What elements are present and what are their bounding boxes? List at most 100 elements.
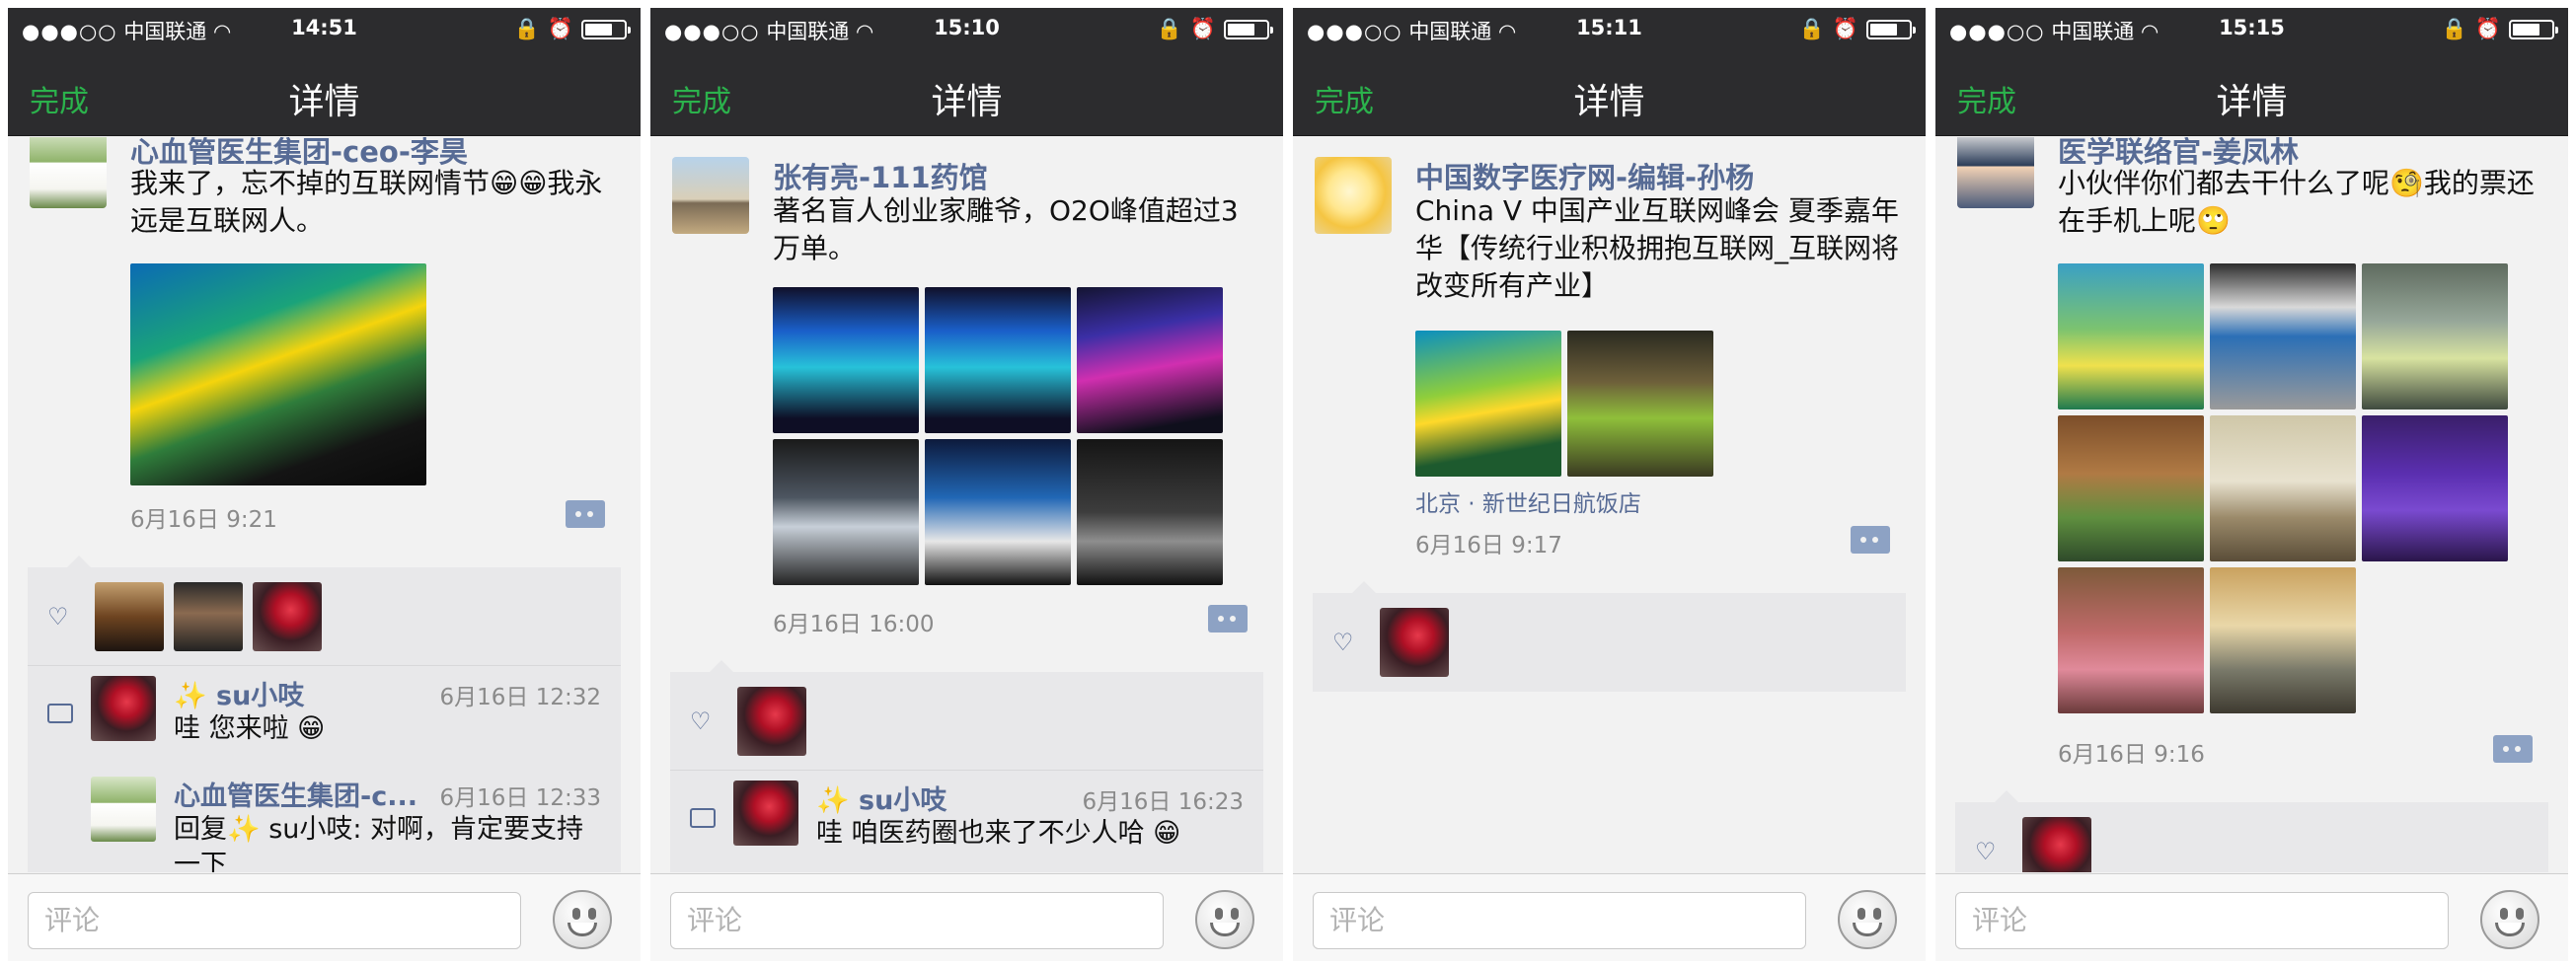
rotation-lock-icon: 🔒 [513, 17, 540, 40]
page-title: 详情 [931, 82, 1003, 122]
post-time: 6月16日 9:16 [2058, 742, 2205, 768]
post-photo[interactable] [2210, 567, 2356, 713]
rotation-lock-icon: 🔒 [1156, 17, 1182, 40]
status-bar: ●●●○○ 中国联通 ◠ 14:51 🔒 ⏰ [8, 8, 641, 47]
likes-comments-box: ♡ [1313, 581, 1906, 692]
post-photo[interactable] [130, 263, 426, 485]
comment-time: 6月16日 12:32 [439, 685, 602, 710]
comment-action-icon[interactable] [566, 500, 605, 528]
likes-comments-box: ♡ [1955, 790, 2548, 872]
alarm-icon: ⏰ [1189, 17, 1216, 40]
battery-icon [2509, 19, 2558, 39]
comment-bar: 评论 [1293, 873, 1926, 961]
comment-icon [690, 808, 716, 828]
comment-text: 哇 咱医药圈也来了不少人哈 😁 [816, 818, 1181, 849]
page-title: 详情 [1573, 82, 1645, 122]
phone-screen-4: ●●●○○ 中国联通 ◠ 15:15 🔒 ⏰ 完成 详情 医学联络官-姜凤林 小伙… [1935, 8, 2568, 961]
commenter-name[interactable]: ✨ su小吱 [816, 779, 947, 817]
post-photo[interactable] [2210, 415, 2356, 561]
comment-input[interactable]: 评论 [1313, 892, 1806, 949]
comment-text: 哇 您来啦 😁 [174, 713, 326, 744]
likes-row: ♡ [1313, 593, 1906, 692]
phone-screen-2: ●●●○○ 中国联通 ◠ 15:10 🔒 ⏰ 完成 详情 张有亮-111药馆 著名… [650, 8, 1283, 961]
comment-bar: 评论 [8, 873, 641, 961]
author-name[interactable]: 张有亮-111药馆 [773, 155, 988, 196]
post-photo[interactable] [2058, 415, 2204, 561]
commenter-avatar[interactable] [91, 777, 156, 842]
like-avatar[interactable] [2022, 817, 2091, 872]
post-photo[interactable] [2058, 567, 2204, 713]
battery-icon [1224, 19, 1273, 39]
post-photo[interactable] [925, 287, 1071, 433]
post-photo[interactable] [1077, 439, 1223, 585]
like-avatar[interactable] [1380, 608, 1449, 677]
rotation-lock-icon: 🔒 [2441, 17, 2467, 40]
alarm-icon: ⏰ [2474, 17, 2501, 40]
post-photo[interactable] [773, 439, 919, 585]
heart-icon: ♡ [47, 603, 69, 631]
author-avatar[interactable] [672, 157, 749, 234]
like-avatar[interactable] [737, 687, 806, 756]
moment-detail: 张有亮-111药馆 著名盲人创业家雕爷，O2O峰值超过3万单。 6月16日 16… [650, 137, 1283, 872]
commenter-avatar[interactable] [91, 676, 156, 741]
post-photo[interactable] [1415, 331, 1561, 477]
page-title: 详情 [288, 82, 360, 122]
heart-icon: ♡ [1332, 629, 1354, 656]
comment-input[interactable]: 评论 [670, 892, 1164, 949]
location-link[interactable]: 北京 · 新世纪日航饭店 [1415, 484, 1641, 518]
status-bar: ●●●○○ 中国联通 ◠ 15:15 🔒 ⏰ [1935, 8, 2568, 47]
post-time: 6月16日 9:21 [130, 507, 277, 533]
post-photo[interactable] [1077, 287, 1223, 433]
comment-item[interactable]: 心血管医生集团-c... 6月16日 12:33 回复✨ su小吱: 对啊，肯定… [28, 775, 621, 872]
comment-input[interactable]: 评论 [1955, 892, 2449, 949]
post-photo[interactable] [773, 287, 919, 433]
moment-detail: 中国数字医疗网-编辑-孙杨 China V 中国产业互联网峰会 夏季嘉年华【传统… [1293, 137, 1926, 872]
nav-bar: 完成 详情 [1293, 47, 1926, 136]
like-avatar[interactable] [253, 582, 322, 651]
post-photos [2058, 263, 2508, 713]
post-text: 著名盲人创业家雕爷，O2O峰值超过3万单。 [773, 194, 1239, 264]
author-avatar[interactable] [30, 137, 107, 208]
likes-row: ♡ [28, 567, 621, 666]
heart-icon: ♡ [690, 707, 712, 735]
like-avatar[interactable] [174, 582, 243, 651]
post-photo[interactable] [2210, 263, 2356, 409]
likes-comments-box: ♡ ✨ su小吱 6月16日 16:23 哇 咱医药圈也来了不少人哈 😁 [670, 660, 1263, 872]
commenter-name[interactable]: ✨ su小吱 [174, 674, 304, 712]
post-photo[interactable] [1567, 331, 1713, 477]
post-time: 6月16日 16:00 [773, 612, 935, 637]
likes-comments-box: ♡ ✨ su小吱 6月16日 12:32 哇 您来啦 😁 心血管医生集团-c..… [28, 556, 621, 872]
moment-detail: 医学联络官-姜凤林 小伙伴你们都去干什么了呢🧐我的票还在手机上呢🙄 6月16日 … [1935, 137, 2568, 872]
comment-item[interactable]: ✨ su小吱 6月16日 16:23 哇 咱医药圈也来了不少人哈 😁 [670, 771, 1263, 872]
comment-input[interactable]: 评论 [28, 892, 521, 949]
emoji-icon[interactable] [1838, 890, 1897, 949]
emoji-icon[interactable] [1195, 890, 1254, 949]
post-photo[interactable] [925, 439, 1071, 585]
post-text: 我来了，忘不掉的互联网情节😁😁我永远是互联网人。 [130, 167, 603, 237]
nav-bar: 完成 详情 [1935, 47, 2568, 136]
moment-detail: 心血管医生集团-ceo-李昊 我来了，忘不掉的互联网情节😁😁我永远是互联网人。 … [8, 137, 641, 872]
post-photos [773, 287, 1223, 585]
commenter-name[interactable]: 心血管医生集团-c... [174, 775, 417, 813]
comment-action-icon[interactable] [2493, 735, 2533, 763]
comment-time: 6月16日 12:33 [439, 785, 602, 811]
alarm-icon: ⏰ [1832, 17, 1858, 40]
emoji-icon[interactable] [553, 890, 612, 949]
rotation-lock-icon: 🔒 [1798, 17, 1825, 40]
comment-item[interactable]: ✨ su小吱 6月16日 12:32 哇 您来啦 😁 [28, 666, 621, 775]
author-avatar[interactable] [1957, 137, 2034, 208]
page-title: 详情 [2216, 82, 2288, 122]
heart-icon: ♡ [1975, 838, 1997, 865]
comment-bar: 评论 [650, 873, 1283, 961]
post-photo[interactable] [2362, 263, 2508, 409]
like-avatar[interactable] [95, 582, 164, 651]
post-photo[interactable] [2362, 415, 2508, 561]
commenter-avatar[interactable] [733, 781, 798, 846]
author-name[interactable]: 中国数字医疗网-编辑-孙杨 [1415, 155, 1754, 196]
comment-action-icon[interactable] [1851, 526, 1890, 554]
author-avatar[interactable] [1315, 157, 1392, 234]
comment-action-icon[interactable] [1208, 605, 1248, 632]
nav-bar: 完成 详情 [8, 47, 641, 136]
post-photo[interactable] [2058, 263, 2204, 409]
emoji-icon[interactable] [2480, 890, 2539, 949]
